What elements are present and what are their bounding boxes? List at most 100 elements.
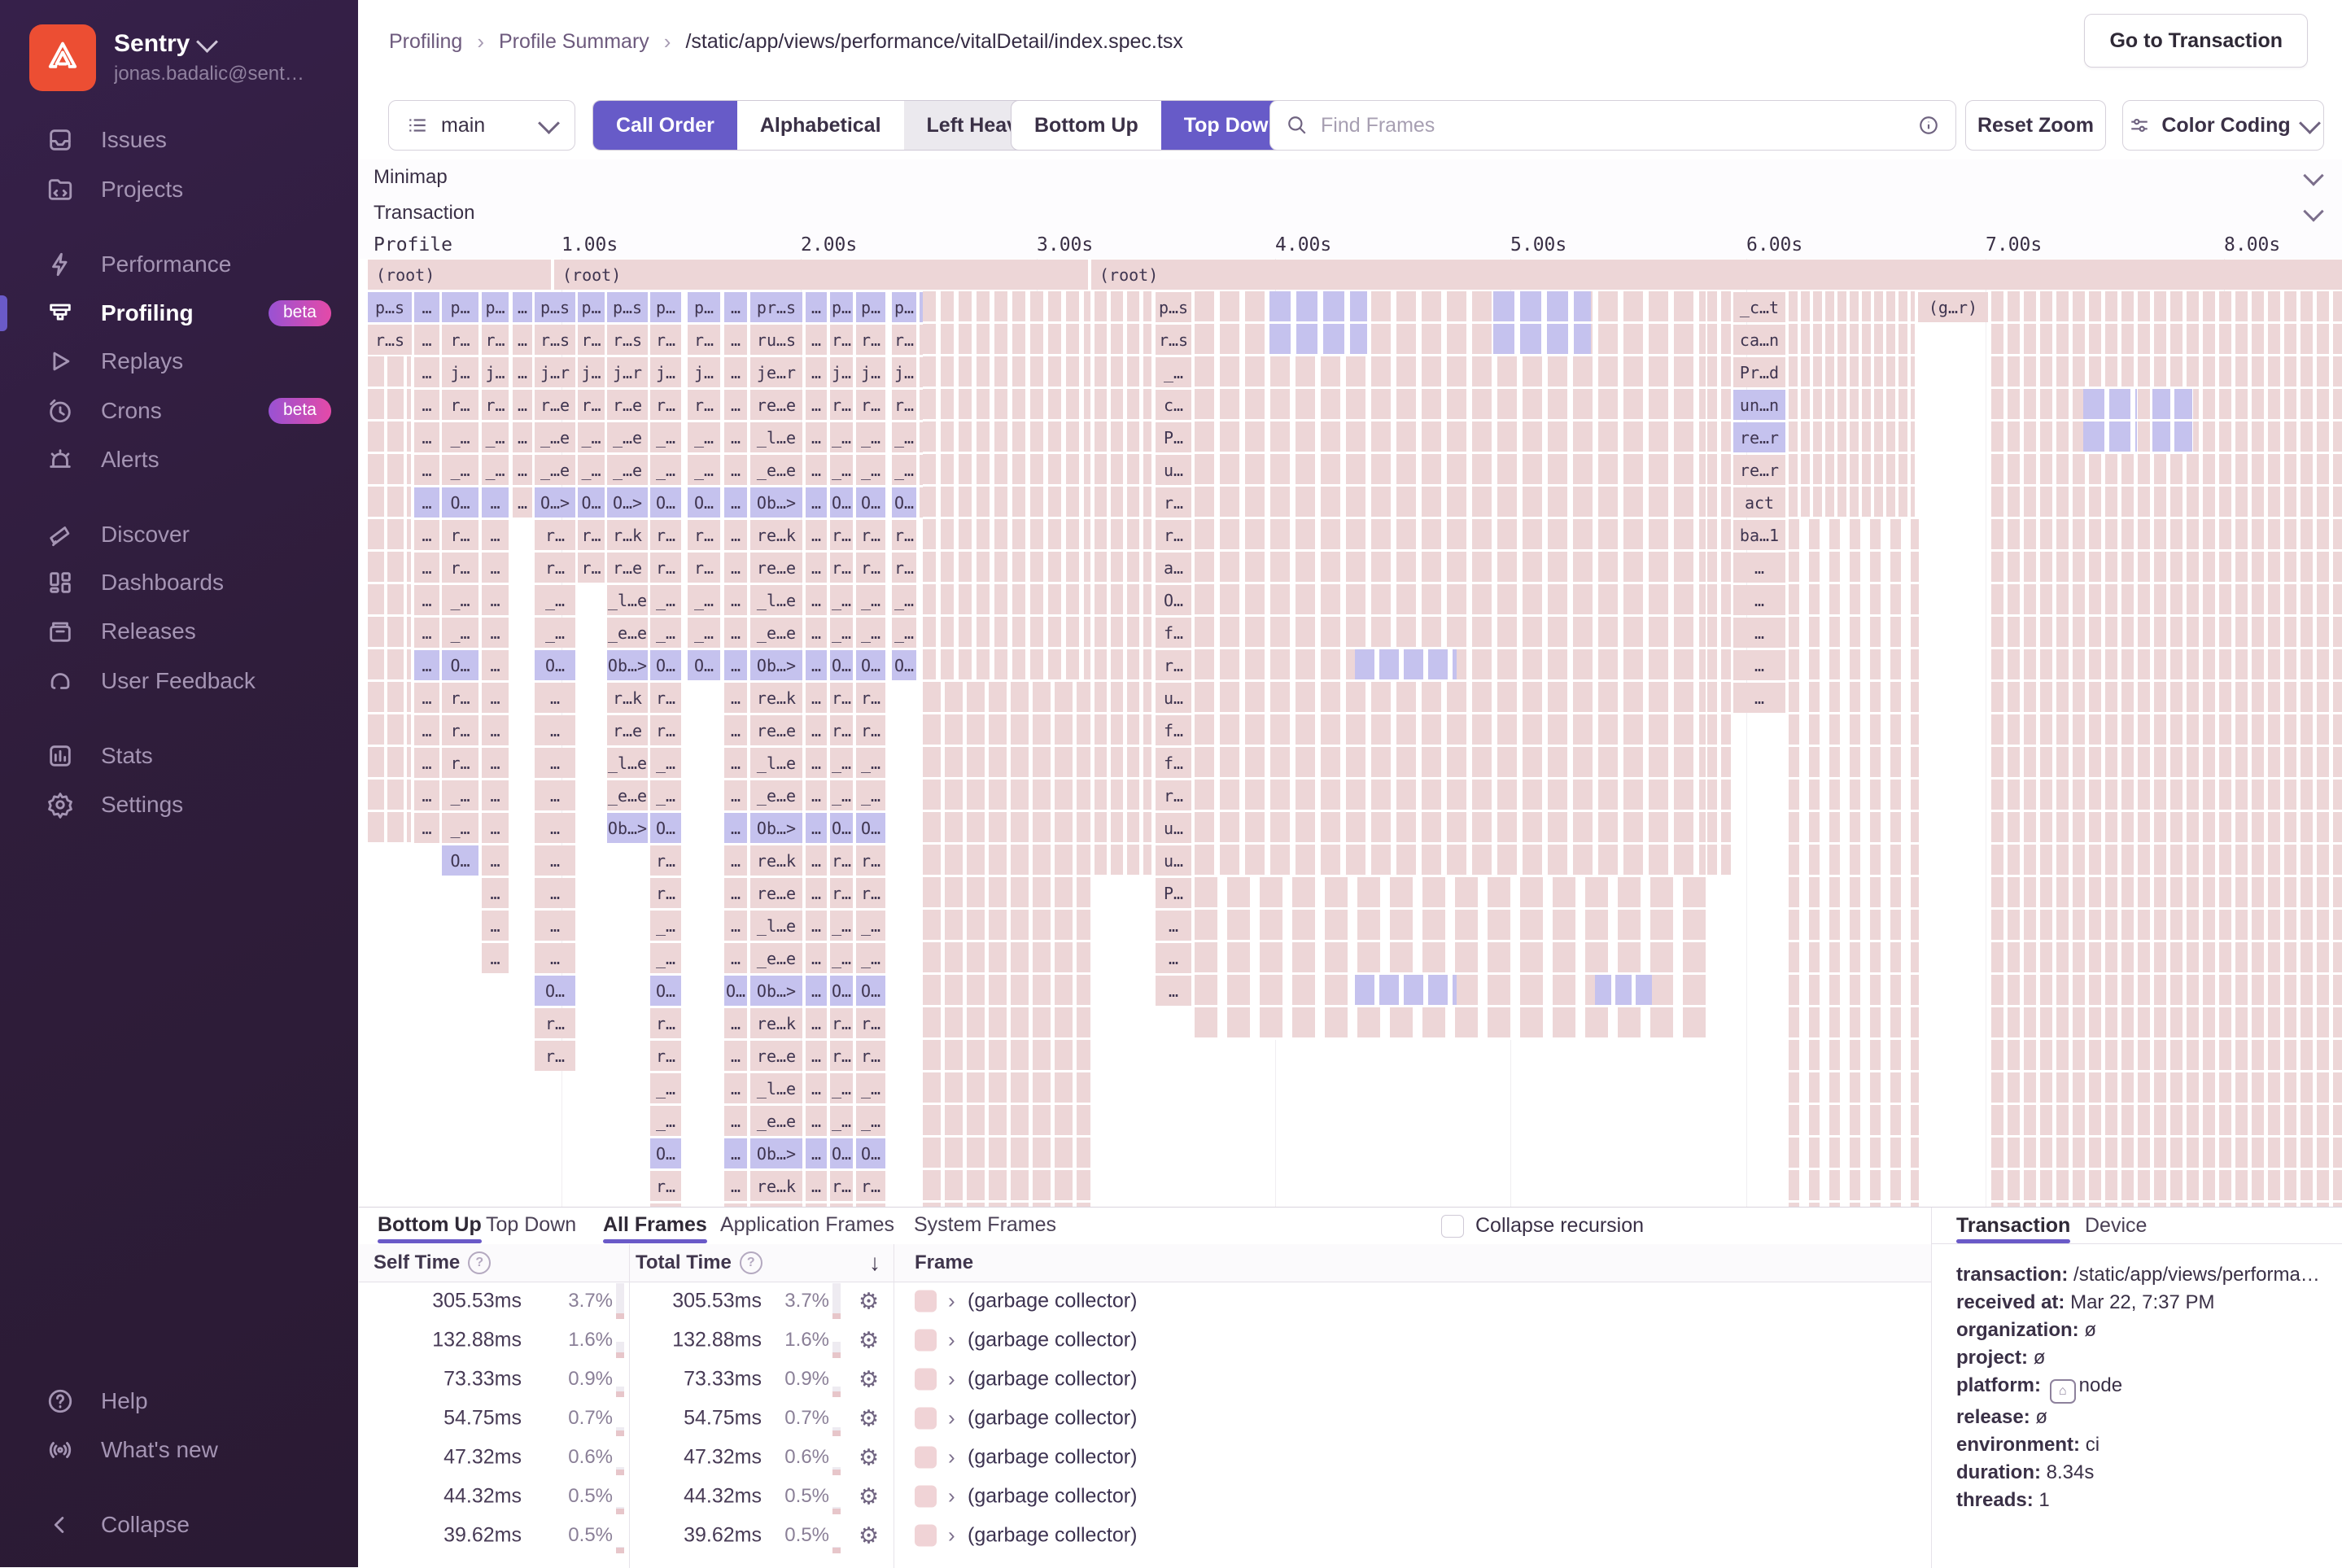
flame-frame[interactable]: r…	[830, 1041, 853, 1071]
table-row[interactable]: 44.32ms0.5%44.32ms0.5%⚙›(garbage collect…	[359, 1477, 1931, 1516]
flame-frame[interactable]: r…	[856, 520, 885, 550]
table-row[interactable]: 39.62ms0.5%39.62ms0.5%⚙›(garbage collect…	[359, 1516, 1931, 1555]
flame-frame[interactable]: re…e	[750, 553, 802, 583]
flame-frame[interactable]: _…	[442, 813, 478, 843]
flame-frame[interactable]: Pr…d	[1733, 357, 1785, 387]
flame-frame[interactable]: _…	[650, 780, 681, 810]
flame-frame[interactable]: r…	[442, 553, 478, 583]
flame-frame[interactable]: …	[482, 943, 509, 973]
sidebar-item-performance[interactable]: Performance	[0, 242, 358, 286]
flame-frame[interactable]: O…>	[535, 487, 575, 518]
flame-frame[interactable]: O…	[724, 976, 747, 1006]
flame-frame[interactable]: …	[1733, 553, 1785, 583]
flame-root-frame[interactable]: (root)	[554, 260, 1088, 290]
flame-frame[interactable]: …	[482, 553, 509, 583]
flame-frame[interactable]: …	[724, 618, 747, 648]
flame-frame[interactable]: …	[535, 715, 575, 745]
gear-icon[interactable]: ⚙	[859, 1405, 879, 1432]
flame-frame[interactable]: …	[535, 748, 575, 778]
flame-frame[interactable]: _l…e	[750, 1073, 802, 1103]
flame-frame[interactable]: _…	[892, 585, 916, 615]
flame-frame[interactable]: …	[806, 1041, 827, 1071]
flame-frame[interactable]: _…	[830, 618, 853, 648]
flame-frame[interactable]: _…	[688, 585, 720, 615]
sidebar-item-help[interactable]: Help	[0, 1379, 358, 1423]
flame-frame[interactable]: O…	[442, 845, 478, 876]
flame-frame[interactable]: Ob…>	[750, 487, 802, 518]
flame-frame[interactable]: O…	[650, 650, 681, 680]
flame-frames-texture[interactable]	[923, 291, 1090, 682]
flame-frame[interactable]: …	[724, 325, 747, 355]
flame-frame[interactable]: O…	[830, 976, 853, 1006]
flame-frame[interactable]: …	[806, 780, 827, 810]
flame-frame[interactable]: …	[806, 1171, 827, 1201]
flame-frame[interactable]: …	[513, 292, 532, 322]
flame-frame[interactable]: …	[806, 813, 827, 843]
flame-frame[interactable]: …	[482, 650, 509, 680]
flame-frame[interactable]: …	[806, 618, 827, 648]
sidebar-item-collapse[interactable]: Collapse	[0, 1503, 358, 1547]
flame-frame[interactable]: u…	[1156, 455, 1191, 485]
flame-frame[interactable]: r…	[535, 520, 575, 550]
flame-frame[interactable]: _…	[650, 943, 681, 973]
flame-root-frame[interactable]: (root)	[368, 260, 551, 290]
flame-frame[interactable]: r…	[830, 325, 853, 355]
tab-application-frames[interactable]: Application Frames	[720, 1208, 894, 1242]
flame-frame[interactable]: _…	[856, 585, 885, 615]
sort-alphabetical[interactable]: Alphabetical	[737, 101, 904, 150]
flame-frame[interactable]: r…	[578, 390, 605, 420]
flame-frame[interactable]: …	[806, 650, 827, 680]
flame-frame[interactable]: re…e	[750, 390, 802, 420]
org-switcher[interactable]: Sentry jonas.badalic@sent…	[29, 24, 304, 91]
flame-frame[interactable]: _…	[482, 422, 509, 452]
flame-frame[interactable]: _…	[856, 618, 885, 648]
flame-frame[interactable]: r…k	[607, 683, 648, 713]
flame-frame[interactable]: re…k	[750, 1171, 802, 1201]
flame-frame[interactable]: u…	[1156, 813, 1191, 843]
flame-frame[interactable]: r…	[650, 878, 681, 908]
flame-frame[interactable]: _…e	[607, 455, 648, 485]
flame-frame[interactable]: _…	[688, 422, 720, 452]
flame-frame[interactable]: …	[724, 1106, 747, 1136]
table-row[interactable]: 47.32ms0.6%47.32ms0.6%⚙›(garbage collect…	[359, 1438, 1931, 1477]
flame-frame[interactable]: …	[414, 455, 439, 485]
flame-frame[interactable]: …	[513, 455, 532, 485]
flame-frame[interactable]: re…r	[1733, 455, 1785, 485]
sidebar-item-user-feedback[interactable]: User Feedback	[0, 659, 358, 703]
flame-frame[interactable]: …	[724, 422, 747, 452]
tab-bottom-up[interactable]: Bottom Up	[378, 1208, 482, 1242]
flame-frame[interactable]: …	[1156, 976, 1191, 1006]
flame-frame[interactable]: …	[482, 748, 509, 778]
flame-frame[interactable]: P…	[1156, 878, 1191, 908]
flame-frame[interactable]: r…	[650, 715, 681, 745]
flame-frame[interactable]: …	[806, 422, 827, 452]
flame-frame[interactable]: …	[806, 1008, 827, 1038]
flame-frame[interactable]: r…	[578, 325, 605, 355]
flame-frame[interactable]: r…	[856, 325, 885, 355]
flame-frame[interactable]: r…s	[368, 325, 412, 355]
tab-top-down[interactable]: Top Down	[486, 1208, 576, 1242]
flame-frame[interactable]: p…	[650, 292, 681, 322]
tab-system-frames[interactable]: System Frames	[914, 1208, 1056, 1242]
flame-frame[interactable]: _…	[442, 422, 478, 452]
flame-frame[interactable]: _…	[1156, 357, 1191, 387]
flame-frame[interactable]: r…	[650, 390, 681, 420]
flame-frame[interactable]: …	[414, 585, 439, 615]
flame-frame[interactable]: O…	[830, 650, 853, 680]
flame-frame[interactable]: r…	[830, 553, 853, 583]
flame-frame[interactable]: _…	[830, 911, 853, 941]
flame-frame[interactable]: O…	[856, 976, 885, 1006]
expand-chevron-icon[interactable]: ›	[948, 1367, 955, 1392]
flame-frame[interactable]: _…	[830, 585, 853, 615]
flame-frame[interactable]: j…	[442, 357, 478, 387]
flame-frame[interactable]: O…	[688, 487, 720, 518]
flame-frame[interactable]: r…	[830, 715, 853, 745]
find-frames-search[interactable]	[1269, 100, 1956, 151]
flame-frames-texture[interactable]	[1789, 519, 1919, 1207]
flame-frame[interactable]: _…	[830, 1073, 853, 1103]
flame-frame[interactable]: r…	[442, 520, 478, 550]
flame-frame[interactable]: …	[724, 1138, 747, 1168]
total-time-header[interactable]: Total Time?	[636, 1244, 762, 1282]
flame-frame[interactable]: …	[535, 845, 575, 876]
flame-frame[interactable]: r…	[830, 520, 853, 550]
